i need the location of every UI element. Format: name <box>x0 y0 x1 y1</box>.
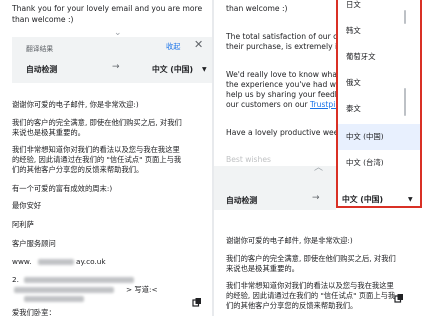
source-language[interactable]: 自动检测 <box>26 64 57 75</box>
translated-line: 我们非常想知道你对我们的看法以及您与我在我这里 <box>12 145 180 154</box>
arrow-right-icon: → <box>312 193 320 203</box>
original-text-line: the experience you've had with <box>226 80 346 89</box>
translation-result-label: 翻译结果 <box>26 45 54 53</box>
arrow-right-icon: → <box>112 62 120 72</box>
original-text-line: The total satisfaction of our cus <box>226 32 347 41</box>
language-dropdown[interactable]: 日文 韩文 葡萄牙文 俄文 泰文 中文 (中国) 中文 (台湾) <box>336 0 422 208</box>
language-option[interactable]: 葡萄牙文 <box>338 44 420 70</box>
dropdown-scrollbar-thumb[interactable] <box>404 88 406 116</box>
language-option[interactable]: 中文 (台湾) <box>338 150 420 176</box>
original-text-line: than welcome :) <box>12 15 74 24</box>
redacted-text <box>14 287 114 293</box>
original-text-line: Have a lovely productive weeke <box>226 128 348 137</box>
website-suffix: ay.co.uk <box>76 257 106 266</box>
original-text-line: their purchase, is extremely im <box>226 42 345 51</box>
original-text-line: our customers on our Trustpilo <box>226 100 342 110</box>
target-language[interactable]: 中文 (中国) <box>152 64 193 75</box>
translated-line: 客户服务顾问 <box>12 239 56 248</box>
copy-icon[interactable] <box>394 293 404 303</box>
translated-line: 们的其他客户分享您的反馈来帮助我们。 <box>226 301 358 310</box>
translated-line: 的经验, 因此请通过在我们的 "信任试点" 页面上与我 <box>12 155 182 164</box>
close-icon[interactable]: ✕ <box>194 38 203 51</box>
target-language[interactable]: 中文 (中国) <box>342 194 383 205</box>
dropdown-scrollbar[interactable] <box>404 10 406 24</box>
chevron-up-icon[interactable]: ︿ <box>314 160 323 173</box>
original-text-line: help us by sharing your feedba <box>226 90 345 99</box>
redacted-text <box>38 259 74 265</box>
dropdown-triangle-icon[interactable]: ▼ <box>408 196 413 203</box>
source-language[interactable]: 自动检测 <box>226 195 257 206</box>
translated-line: 的经验, 因此请通过在我们的 "信任试点" 页面上与我 <box>226 291 396 300</box>
target-language-select[interactable]: 中文 (中国) ▼ <box>336 184 422 208</box>
quote-line: 2. <box>12 275 19 284</box>
translated-line: 来说也是极其重要的。 <box>226 264 299 273</box>
language-option[interactable]: 泰文 <box>338 96 420 122</box>
language-option[interactable]: 韩文 <box>338 18 420 44</box>
redacted-text <box>24 296 84 302</box>
language-option[interactable]: 日文 <box>338 0 420 18</box>
original-text-line: our customers on our <box>226 100 310 109</box>
redacted-text <box>24 277 134 283</box>
translated-line: 们的其他客户分享您的反馈来帮助我们。 <box>12 165 144 174</box>
language-option[interactable]: 俄文 <box>338 70 420 96</box>
language-option-selected[interactable]: 中文 (中国) <box>338 124 420 150</box>
translated-line: 来说也是极其重要的。 <box>12 128 85 137</box>
translated-line: 阿利萨 <box>12 220 34 229</box>
translated-line: 最你安好 <box>12 201 42 210</box>
dropdown-triangle-icon[interactable]: ▼ <box>202 66 207 73</box>
original-text-line: than welcome :) <box>226 4 288 13</box>
original-text-line: We'd really love to know what y <box>226 70 347 79</box>
website-line: www. <box>12 257 32 266</box>
collapse-link[interactable]: 收起 <box>166 42 180 52</box>
translated-line: 谢谢你可爱的电子邮件, 你是非常欢迎:) <box>226 236 353 245</box>
left-email-panel: Thank you for your lovely email and you … <box>0 0 212 316</box>
translated-line: 我们的客户的完全满意, 即使在他们购买之后, 对我们 <box>12 118 182 127</box>
quote-suffix: > 写道:< <box>126 285 158 294</box>
translated-line: 有一个可爱的富有成效的周末:) <box>12 184 113 193</box>
translated-line: 我们的客户的完全满意, 即使在他们购买之后, 对我们 <box>226 254 396 263</box>
translated-line: 爱我们卧室： <box>12 308 56 316</box>
original-text-line: Thank you for your lovely email and you … <box>12 4 203 13</box>
copy-icon[interactable] <box>192 297 202 307</box>
translated-line: 我们非常想知道你对我们的看法以及您与我在我这里 <box>226 281 394 290</box>
translated-line: 谢谢你可爱的电子邮件, 你是非常欢迎:) <box>12 100 139 109</box>
original-text-line: Best wishes <box>226 155 271 164</box>
